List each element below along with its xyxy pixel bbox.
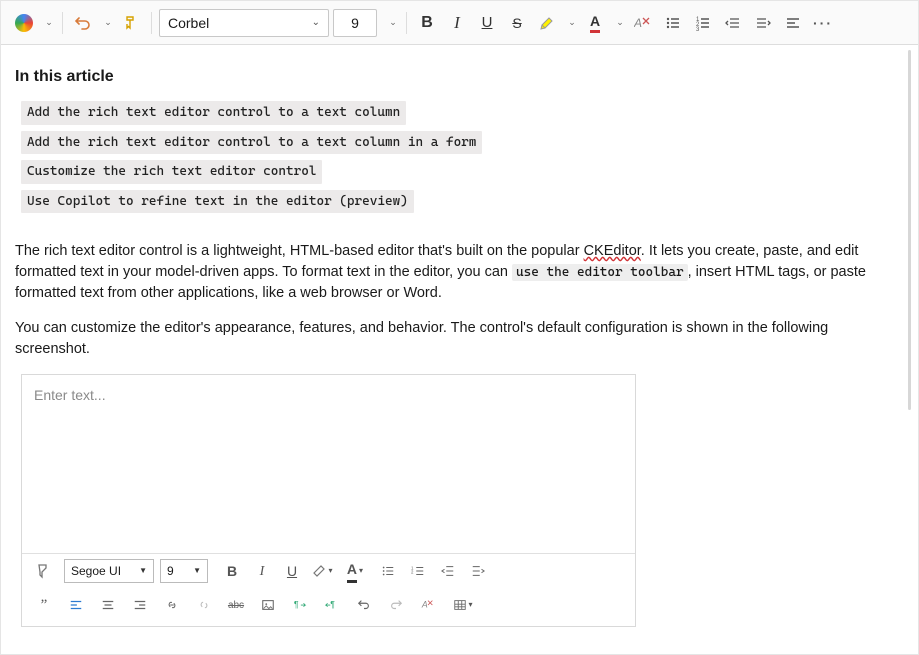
font-size-value: 9 — [351, 15, 359, 31]
underline-button[interactable]: U — [474, 9, 500, 37]
svg-text:A: A — [421, 600, 428, 610]
inline-code: use the editor toolbar — [512, 264, 688, 281]
placeholder-text: Enter text... — [34, 387, 106, 403]
strike-icon[interactable]: abc — [222, 592, 250, 618]
inner-font-select[interactable]: Segoe UI▼ — [64, 559, 154, 583]
copilot-button[interactable] — [11, 9, 37, 37]
scrollbar[interactable] — [908, 50, 911, 410]
editor-content[interactable]: In this article Add the rich text editor… — [1, 45, 918, 654]
section-title: In this article — [15, 65, 904, 89]
undo-chevron[interactable]: ⌄ — [100, 9, 114, 37]
bold-icon[interactable]: B — [218, 558, 246, 584]
font-size-chevron[interactable]: ⌄ — [385, 9, 399, 37]
redo-icon[interactable] — [382, 592, 410, 618]
paragraph-2: You can customize the editor's appearanc… — [15, 318, 904, 360]
more-button[interactable]: ··· — [810, 9, 836, 37]
toc-list: Add the rich text editor control to a te… — [21, 101, 904, 219]
bold-button[interactable]: B — [414, 9, 440, 37]
svg-text:A: A — [634, 16, 642, 30]
inner-editor: Enter text... Segoe UI▼ 9▼ B I U ▾ A▾ — [21, 374, 636, 627]
font-family-value: Corbel — [168, 15, 209, 31]
font-family-select[interactable]: Corbel ⌄ — [159, 9, 329, 37]
italic-icon[interactable]: I — [248, 558, 276, 584]
font-color-icon[interactable]: A▾ — [338, 558, 372, 584]
unlink-icon[interactable] — [190, 592, 218, 618]
strikethrough-button[interactable]: S — [504, 9, 530, 37]
highlight-button[interactable] — [534, 9, 560, 37]
highlight-icon[interactable]: ▾ — [308, 558, 336, 584]
undo-button[interactable] — [70, 9, 96, 37]
indent-icon[interactable] — [464, 558, 492, 584]
highlight-chevron[interactable]: ⌄ — [564, 9, 578, 37]
bullet-list-button[interactable] — [660, 9, 686, 37]
align-left-icon[interactable] — [62, 592, 90, 618]
clear-format-button[interactable]: A — [630, 9, 656, 37]
toc-item[interactable]: Customize the rich text editor control — [21, 160, 322, 184]
bullet-list-icon[interactable] — [374, 558, 402, 584]
link-icon[interactable] — [158, 592, 186, 618]
toc-item[interactable]: Add the rich text editor control to a te… — [21, 101, 406, 125]
align-button[interactable] — [780, 9, 806, 37]
outdent-button[interactable] — [720, 9, 746, 37]
inner-editor-body[interactable]: Enter text... — [22, 375, 635, 553]
quote-icon[interactable]: ” — [30, 592, 58, 618]
indent-button[interactable] — [750, 9, 776, 37]
rtl-icon[interactable]: ¶ — [318, 592, 346, 618]
table-icon[interactable]: ▾ — [446, 592, 480, 618]
number-list-button[interactable]: 123 — [690, 9, 716, 37]
spellcheck-word[interactable]: CKEditor — [584, 243, 641, 259]
inner-toolbar-row2: ” abc ¶ ¶ — [22, 588, 635, 626]
outdent-icon[interactable] — [434, 558, 462, 584]
svg-text:2: 2 — [411, 570, 414, 575]
toc-item[interactable]: Add the rich text editor control to a te… — [21, 131, 482, 155]
italic-button[interactable]: I — [444, 9, 470, 37]
svg-text:3: 3 — [696, 27, 700, 31]
format-painter-icon[interactable] — [30, 558, 58, 584]
underline-icon[interactable]: U — [278, 558, 306, 584]
format-painter-button[interactable] — [118, 9, 144, 37]
editor-toolbar: ⌄ ⌄ Corbel ⌄ 9 ⌄ B I U S ⌄ A ⌄ A 123 — [1, 1, 918, 45]
clear-format-icon[interactable]: A — [414, 592, 442, 618]
align-right-icon[interactable] — [126, 592, 154, 618]
align-center-icon[interactable] — [94, 592, 122, 618]
font-color-chevron[interactable]: ⌄ — [612, 9, 626, 37]
image-icon[interactable] — [254, 592, 282, 618]
font-size-select[interactable]: 9 — [333, 9, 377, 37]
font-color-button[interactable]: A — [582, 9, 608, 37]
svg-text:¶: ¶ — [330, 600, 335, 610]
chevron-down-icon: ⌄ — [312, 17, 320, 28]
number-list-icon[interactable]: 12 — [404, 558, 432, 584]
undo-icon[interactable] — [350, 592, 378, 618]
svg-text:¶: ¶ — [294, 600, 299, 610]
toc-item[interactable]: Use Copilot to refine text in the editor… — [21, 190, 414, 214]
inner-toolbar-row1: Segoe UI▼ 9▼ B I U ▾ A▾ 12 — [22, 553, 635, 588]
inner-size-select[interactable]: 9▼ — [160, 559, 208, 583]
paragraph-1: The rich text editor control is a lightw… — [15, 241, 904, 304]
ltr-icon[interactable]: ¶ — [286, 592, 314, 618]
copilot-chevron[interactable]: ⌄ — [41, 9, 55, 37]
